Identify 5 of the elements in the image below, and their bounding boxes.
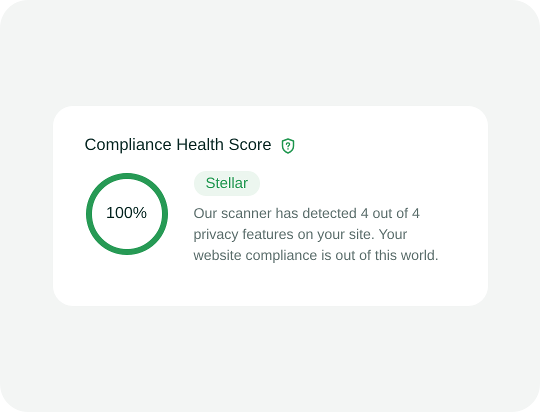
shield-help-icon[interactable] <box>280 138 295 154</box>
card-title: Compliance Health Score <box>84 136 272 155</box>
rating-badge: Stellar <box>194 171 260 196</box>
score-description: Our scanner has detected 4 out of 4 privacy features on your site. Your website compliance is out of this world. <box>194 205 440 266</box>
score-percentage: 100% <box>106 205 147 223</box>
